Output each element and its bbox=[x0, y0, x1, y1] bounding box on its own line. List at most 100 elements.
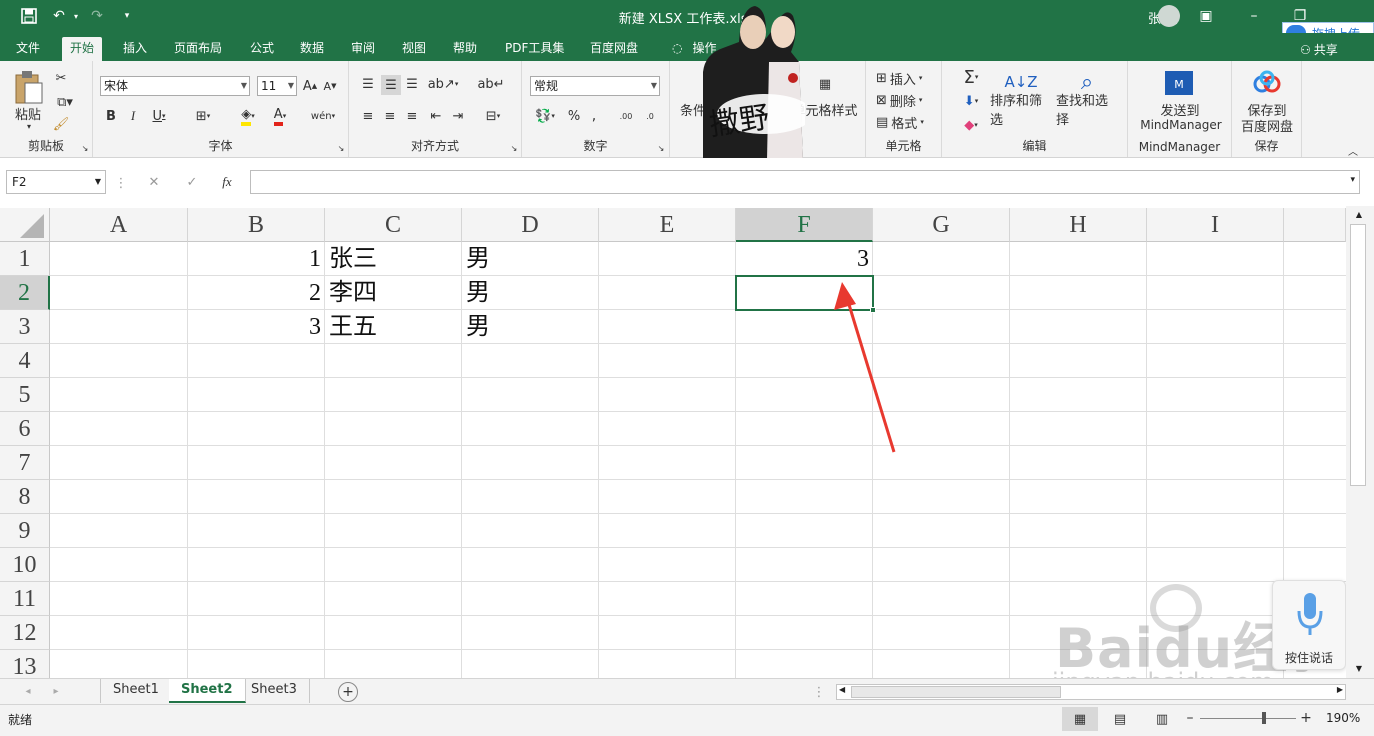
phonetic-icon[interactable]: wén ▾ bbox=[307, 106, 339, 126]
insert-function-icon[interactable]: fx bbox=[216, 173, 238, 191]
cut-icon[interactable]: ✂ bbox=[52, 69, 70, 87]
dialog-launcher-icon[interactable]: ↘ bbox=[80, 143, 90, 153]
cell-d2[interactable]: 男 bbox=[466, 277, 596, 310]
align-top-icon[interactable]: ☰ bbox=[359, 75, 377, 93]
paste-button[interactable]: 粘贴 bbox=[8, 105, 48, 123]
row-header-8[interactable]: 8 bbox=[0, 480, 50, 514]
row-header-5[interactable]: 5 bbox=[0, 378, 50, 412]
column-header-a[interactable]: A bbox=[50, 208, 188, 242]
scroll-right-icon[interactable]: ▶ bbox=[1337, 685, 1343, 694]
tab-page-layout[interactable]: 页面布局 bbox=[166, 37, 230, 61]
align-left-icon[interactable]: ≡ bbox=[359, 107, 377, 125]
format-painter-icon[interactable]: 🖌 bbox=[52, 115, 70, 133]
column-header-c[interactable]: C bbox=[325, 208, 462, 242]
merge-center-icon[interactable]: ⊟ ▾ bbox=[479, 107, 507, 125]
column-header-f[interactable]: F bbox=[736, 208, 873, 242]
share-button[interactable]: ⚇ 共享 bbox=[1292, 39, 1346, 63]
font-color-icon[interactable]: A ▾ bbox=[265, 106, 295, 126]
sheet-tab-sheet3[interactable]: Sheet3 bbox=[239, 679, 310, 703]
increase-indent-icon[interactable]: ⇥ bbox=[449, 107, 467, 125]
zoom-slider-thumb[interactable] bbox=[1262, 712, 1266, 724]
insert-cells-button[interactable]: ⊞ 插入 ▾ bbox=[876, 69, 936, 88]
next-sheet-icon[interactable]: ▸ bbox=[50, 683, 62, 699]
scroll-left-icon[interactable]: ◀ bbox=[839, 685, 845, 694]
dialog-launcher-icon[interactable]: ↘ bbox=[656, 143, 666, 153]
zoom-slider[interactable] bbox=[1200, 718, 1296, 719]
row-header-11[interactable]: 11 bbox=[0, 582, 50, 616]
tab-data[interactable]: 数据 bbox=[292, 37, 332, 61]
baidu-label[interactable]: 百度网盘 bbox=[1236, 117, 1298, 135]
bold-icon[interactable]: B bbox=[103, 106, 119, 126]
normal-view-icon[interactable]: ▦ bbox=[1062, 707, 1098, 731]
align-middle-icon[interactable]: ☰ bbox=[381, 75, 401, 95]
cell-styles-icon[interactable]: ▦ bbox=[810, 69, 840, 99]
increase-font-icon[interactable]: A ▲ bbox=[301, 76, 319, 96]
sheet-tab-sheet2[interactable]: Sheet2 bbox=[169, 679, 246, 703]
fill-icon[interactable]: ⬇ ▾ bbox=[956, 91, 986, 111]
row-header-6[interactable]: 6 bbox=[0, 412, 50, 446]
row-header-9[interactable]: 9 bbox=[0, 514, 50, 548]
dialog-launcher-icon[interactable]: ↘ bbox=[509, 143, 519, 153]
row-header-1[interactable]: 1 bbox=[0, 242, 50, 276]
scroll-thumb[interactable] bbox=[851, 686, 1061, 698]
scroll-up-icon[interactable]: ▲ bbox=[1352, 210, 1366, 222]
row-header-10[interactable]: 10 bbox=[0, 548, 50, 582]
cell-b2[interactable]: 2 bbox=[188, 277, 321, 310]
decrease-indent-icon[interactable]: ⇤ bbox=[427, 107, 445, 125]
align-center-icon[interactable]: ≡ bbox=[381, 107, 399, 125]
clear-icon[interactable]: ◆ ▾ bbox=[956, 115, 986, 135]
select-all-corner[interactable] bbox=[0, 208, 50, 242]
sheet-tab-sheet1[interactable]: Sheet1 bbox=[100, 679, 172, 703]
send-to-label[interactable]: 发送到 bbox=[1138, 101, 1222, 119]
cell-f1[interactable]: 3 bbox=[736, 243, 869, 276]
tab-baidu-netdisk[interactable]: 百度网盘 bbox=[582, 37, 646, 61]
border-icon[interactable]: ⊞ ▾ bbox=[189, 106, 217, 126]
zoom-in-icon[interactable]: + bbox=[1300, 709, 1312, 727]
sort-filter-button[interactable]: 排序和筛选 bbox=[990, 94, 1054, 128]
horizontal-scrollbar[interactable]: ◀ ▶ bbox=[836, 684, 1346, 700]
dialog-launcher-icon[interactable]: ↘ bbox=[336, 143, 346, 153]
italic-icon[interactable]: I bbox=[125, 106, 141, 126]
column-header-g[interactable]: G bbox=[873, 208, 1010, 242]
increase-decimal-icon[interactable]: .00 bbox=[616, 107, 636, 125]
column-header-h[interactable]: H bbox=[1010, 208, 1147, 242]
font-size-combo[interactable]: 11 ▼ bbox=[257, 76, 297, 96]
column-header-d[interactable]: D bbox=[462, 208, 599, 242]
cell-b3[interactable]: 3 bbox=[188, 311, 321, 344]
tab-formulas[interactable]: 公式 bbox=[242, 37, 282, 61]
ribbon-display-icon[interactable]: ▣ bbox=[1196, 6, 1216, 26]
mindmanager-app-label[interactable]: MindManager bbox=[1134, 117, 1228, 133]
cancel-icon[interactable]: ✕ bbox=[144, 173, 164, 191]
vertical-scrollbar[interactable]: ▲ ▼ bbox=[1346, 206, 1374, 678]
column-header-b[interactable]: B bbox=[188, 208, 325, 242]
page-layout-icon[interactable]: ▤ bbox=[1108, 707, 1132, 731]
tab-view[interactable]: 视图 bbox=[394, 37, 434, 61]
find-select-button[interactable]: 查找和选择 bbox=[1056, 94, 1120, 128]
page-break-icon[interactable]: ▥ bbox=[1150, 707, 1174, 731]
tab-help[interactable]: 帮助 bbox=[445, 37, 485, 61]
tab-home[interactable]: 开始 bbox=[62, 37, 103, 61]
voice-input-widget[interactable]: 按住说话 bbox=[1272, 580, 1346, 670]
underline-icon[interactable]: U ▾ bbox=[147, 106, 171, 126]
column-header-i[interactable]: I bbox=[1147, 208, 1284, 242]
tab-insert[interactable]: 插入 bbox=[115, 37, 155, 61]
format-cells-button[interactable]: ▤ 格式 ▾ bbox=[876, 113, 936, 132]
zoom-out-icon[interactable]: – bbox=[1184, 709, 1196, 727]
cell-c3[interactable]: 王五 bbox=[329, 311, 459, 344]
formula-input[interactable]: ▾ bbox=[250, 170, 1360, 194]
number-format-combo[interactable]: 常规 ▼ bbox=[530, 76, 660, 96]
enter-icon[interactable]: ✓ bbox=[182, 173, 202, 191]
column-header-j[interactable] bbox=[1284, 208, 1346, 242]
copy-icon[interactable]: ⧉▾ bbox=[52, 93, 78, 111]
wrap-text-icon[interactable]: ab↵ bbox=[477, 75, 504, 93]
row-header-7[interactable]: 7 bbox=[0, 446, 50, 480]
align-bottom-icon[interactable]: ☰ bbox=[403, 75, 421, 93]
row-header-13[interactable]: 13 bbox=[0, 650, 50, 678]
font-name-combo[interactable]: 宋体 ▼ bbox=[100, 76, 250, 96]
minimize-icon[interactable]: – bbox=[1244, 6, 1264, 26]
align-right-icon[interactable]: ≡ bbox=[403, 107, 421, 125]
mindmanager-icon[interactable]: M bbox=[1162, 69, 1196, 97]
tab-review[interactable]: 审阅 bbox=[343, 37, 383, 61]
cell-b1[interactable]: 1 bbox=[188, 243, 321, 276]
decrease-font-icon[interactable]: A ▼ bbox=[321, 76, 339, 96]
